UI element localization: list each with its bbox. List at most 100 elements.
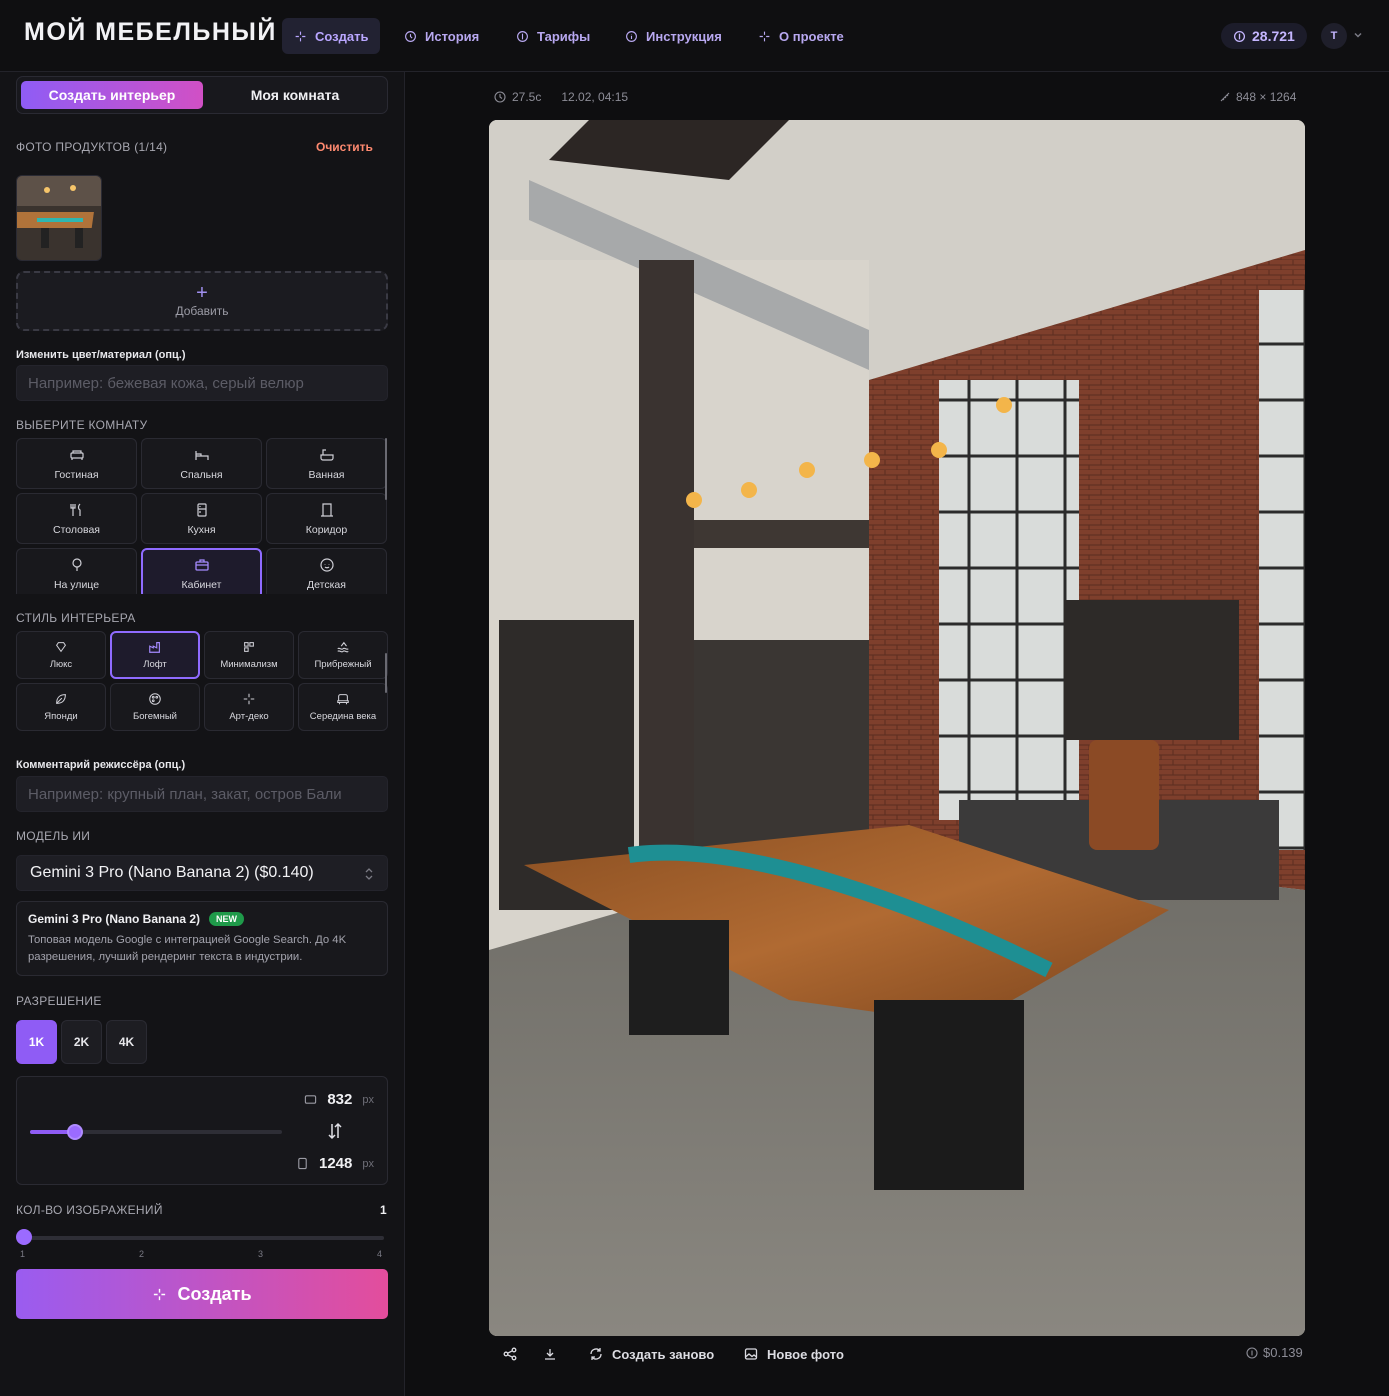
nav-pricing[interactable]: Тарифы <box>504 18 602 54</box>
create-button-label: Создать <box>177 1283 252 1304</box>
nav-about-label: О проекте <box>779 28 844 44</box>
sparkles-icon <box>243 693 255 705</box>
nav-history[interactable]: История <box>392 18 491 54</box>
leaf-icon <box>56 694 66 704</box>
count-tick-4: 4 <box>377 1249 383 1259</box>
nav-instructions[interactable]: Инструкция <box>613 18 734 54</box>
color-material-label: Изменить цвет/материал (опц.) <box>16 349 186 361</box>
count-tick-2: 2 <box>139 1249 145 1259</box>
style-coastal[interactable]: Прибрежный <box>298 631 388 679</box>
portrait-icon <box>298 1157 307 1170</box>
generation-date: 12.02, 04:15 <box>561 90 629 104</box>
tree-icon <box>71 557 82 571</box>
room-dining[interactable]: Столовая <box>16 493 137 544</box>
top-header: МОЙ МЕБЕЛЬНЫЙ Создать История Тарифы Инс… <box>0 0 1389 72</box>
style-boho[interactable]: Богемный <box>110 683 200 731</box>
room-dining-label: Столовая <box>53 523 100 536</box>
nav-pricing-label: Тарифы <box>537 28 591 44</box>
control-sidebar: Создать интерьер Моя комната ФОТО ПРОДУК… <box>0 72 405 1396</box>
color-material-input[interactable] <box>16 365 388 401</box>
room-bedroom-label: Спальня <box>180 468 223 481</box>
sofa-icon <box>69 449 84 460</box>
regenerate-button[interactable]: Создать заново <box>589 1344 714 1364</box>
style-boho-label: Богемный <box>133 711 177 722</box>
count-slider-handle[interactable] <box>16 1229 32 1245</box>
room-office-label: Кабинет <box>181 578 222 591</box>
app-logo[interactable]: МОЙ МЕБЕЛЬНЫЙ <box>24 18 277 47</box>
product-thumbnail[interactable] <box>16 175 102 261</box>
width-value[interactable]: 832 <box>327 1091 352 1108</box>
director-comment-input[interactable] <box>16 776 388 812</box>
photos-label: ФОТО ПРОДУКТОВ (1/14) <box>16 140 168 154</box>
count-slider[interactable] <box>22 1236 384 1240</box>
model-card-description: Топовая модель Google с интеграцией Goog… <box>28 934 347 963</box>
style-luxury[interactable]: Люкс <box>16 631 106 679</box>
room-kids[interactable]: Детская <box>266 548 387 594</box>
coin-icon <box>1246 1346 1258 1359</box>
swap-icon[interactable] <box>327 1122 343 1140</box>
model-card-title: Gemini 3 Pro (Nano Banana 2) NEW <box>28 912 376 926</box>
loft-office-render <box>489 120 1305 1336</box>
style-scrollbar[interactable] <box>385 653 387 693</box>
square-icon <box>244 642 254 652</box>
room-scrollbar[interactable] <box>385 438 387 500</box>
balance-badge[interactable]: 28.721 <box>1221 23 1307 49</box>
tab-create-interior[interactable]: Создать интерьер <box>21 81 203 109</box>
model-select[interactable]: Gemini 3 Pro (Nano Banana 2) ($0.140) <box>16 855 388 891</box>
new-photo-button[interactable]: Новое фото <box>744 1344 844 1364</box>
style-loft[interactable]: Лофт <box>110 631 200 679</box>
utensils-icon <box>69 503 81 516</box>
share-button[interactable] <box>503 1344 517 1364</box>
room-outdoor-label: На улице <box>53 578 100 591</box>
room-bathroom-label: Ванная <box>308 468 345 481</box>
room-grid: Гостиная Спальня Ванная Столовая Кухня К… <box>16 438 388 594</box>
room-hallway[interactable]: Коридор <box>266 493 387 544</box>
create-button[interactable]: Создать <box>16 1269 388 1319</box>
count-label: КОЛ-ВО ИЗОБРАЖЕНИЙ <box>16 1203 163 1217</box>
room-living[interactable]: Гостиная <box>16 438 137 489</box>
style-japandi[interactable]: Японди <box>16 683 106 731</box>
new-badge: NEW <box>209 912 245 926</box>
add-photo-button[interactable]: + Добавить <box>16 271 388 331</box>
aspect-slider[interactable] <box>30 1124 282 1140</box>
nav-create[interactable]: Создать <box>282 18 381 54</box>
comment-label: Комментарий режиссёра (опц.) <box>16 759 186 771</box>
height-row: 1248 px <box>296 1155 374 1172</box>
room-kitchen-label: Кухня <box>187 523 216 536</box>
gem-icon <box>55 642 67 653</box>
style-art-deco-label: Арт-деко <box>229 711 269 722</box>
sparkles-icon <box>154 1288 166 1300</box>
room-bedroom[interactable]: Спальня <box>141 438 262 489</box>
generation-meta: 27.5с 12.02, 04:15 <box>494 90 628 104</box>
avatar[interactable]: T <box>1321 23 1347 49</box>
aspect-slider-handle[interactable] <box>67 1124 84 1140</box>
image-size: 848 × 1264 <box>1236 90 1297 104</box>
generation-cost: $0.139 <box>1246 1345 1303 1360</box>
room-kitchen[interactable]: Кухня <box>141 493 262 544</box>
palette-icon <box>149 693 161 705</box>
model-label: МОДЕЛЬ ИИ <box>16 829 91 843</box>
resolution-4k[interactable]: 4K <box>106 1020 147 1064</box>
height-value[interactable]: 1248 <box>319 1155 352 1172</box>
briefcase-icon <box>194 558 209 571</box>
generated-image[interactable] <box>489 120 1305 1336</box>
style-mid-century[interactable]: Середина века <box>298 683 388 731</box>
factory-icon <box>149 642 160 653</box>
nav-about[interactable]: О проекте <box>746 18 856 54</box>
room-bathroom[interactable]: Ванная <box>266 438 387 489</box>
mode-switch: Создать интерьер Моя комната <box>16 76 388 114</box>
download-button[interactable] <box>543 1344 557 1364</box>
room-outdoor[interactable]: На улице <box>16 548 137 594</box>
nav-create-label: Создать <box>315 28 369 44</box>
resolution-2k[interactable]: 2K <box>61 1020 102 1064</box>
tab-my-room[interactable]: Моя комната <box>207 81 383 109</box>
style-japandi-label: Японди <box>44 711 78 722</box>
room-office[interactable]: Кабинет <box>141 548 262 594</box>
clear-button[interactable]: Очистить <box>316 140 373 154</box>
resolution-1k[interactable]: 1K <box>16 1020 57 1064</box>
width-row: 832 px <box>304 1091 374 1108</box>
style-minimalism[interactable]: Минимализм <box>204 631 294 679</box>
chevron-down-icon[interactable] <box>1352 29 1364 41</box>
style-art-deco[interactable]: Арт-деко <box>204 683 294 731</box>
style-label: СТИЛЬ ИНТЕРЬЕРА <box>16 611 136 625</box>
